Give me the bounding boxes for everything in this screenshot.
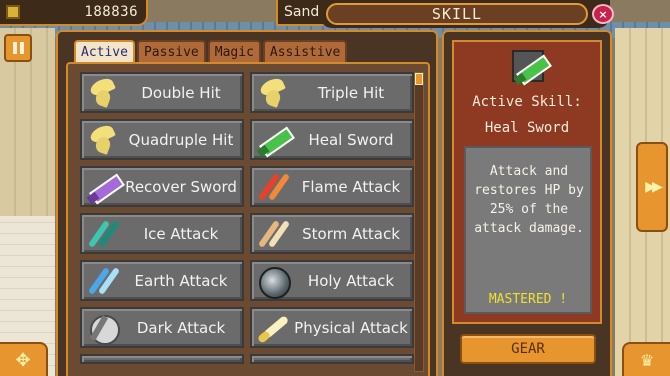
next-page-button[interactable]: ▶▶ (636, 142, 668, 232)
scrollbar-thumb[interactable] (415, 73, 423, 85)
skill-label: Earth Attack (134, 271, 228, 290)
skill-label: Storm Attack (302, 224, 400, 243)
tab-magic[interactable]: Magic (207, 40, 261, 62)
skill-list[interactable]: Double Hit Triple Hit Quadruple Hit Heal… (66, 62, 430, 376)
top-bar: 188836 Sanda SKILL × (0, 0, 670, 28)
skill-list-panel: Active Passive Magic Assistive Double Hi… (56, 30, 438, 376)
double-arrow-right-icon: ▶▶ (645, 179, 662, 195)
close-button[interactable]: × (592, 4, 614, 24)
skill-label: Triple Hit (317, 83, 385, 102)
earth-slash-icon (86, 264, 120, 298)
skill-double-hit[interactable]: Double Hit (80, 72, 244, 113)
skill-label: Double Hit (141, 83, 221, 102)
skill-label: Dark Attack (136, 318, 226, 337)
tab-passive[interactable]: Passive (136, 40, 206, 62)
claw-icon (256, 76, 290, 110)
green-sword-icon (512, 50, 544, 82)
crown-icon: ♛ (639, 350, 655, 370)
pause-icon (19, 42, 24, 54)
crown-button[interactable]: ♛ (622, 342, 670, 376)
pause-button[interactable] (4, 34, 32, 62)
purple-sword-icon (86, 170, 120, 204)
green-sword-icon (513, 51, 543, 81)
skill-row-partial[interactable] (250, 354, 414, 364)
skill-label: Recover Sword (125, 177, 237, 196)
dpad-icon: ✥ (15, 349, 31, 371)
skill-ice-attack[interactable]: Ice Attack (80, 213, 244, 254)
scrollbar[interactable] (414, 72, 424, 372)
gold-value: 188836 (84, 4, 138, 20)
gear-button[interactable]: GEAR (460, 334, 596, 364)
skill-detail-panel: Active Skill: Heal Sword Attack and rest… (442, 30, 612, 376)
skill-detail-card: Active Skill: Heal Sword Attack and rest… (452, 40, 602, 324)
tab-assistive[interactable]: Assistive (262, 40, 348, 62)
ice-slash-icon (86, 217, 120, 251)
skill-description: Attack and restores HP by 25% of the att… (474, 164, 584, 236)
dark-orb-icon (86, 311, 120, 345)
claw-icon (86, 76, 120, 110)
storm-slash-icon (256, 217, 290, 251)
screen-title: SKILL (326, 3, 588, 25)
green-sword-icon (256, 123, 290, 157)
holy-orb-icon (256, 264, 291, 299)
mastery-status: MASTERED ! (488, 292, 568, 307)
skill-recover-sword[interactable]: Recover Sword (80, 166, 244, 207)
skill-quadruple-hit[interactable]: Quadruple Hit (80, 119, 244, 160)
skill-heal-sword[interactable]: Heal Sword (250, 119, 414, 160)
skill-label: Ice Attack (143, 224, 219, 243)
skill-holy-attack[interactable]: Holy Attack (250, 260, 414, 301)
skill-label: Heal Sword (308, 130, 394, 149)
pause-icon (12, 42, 17, 54)
skill-label: Physical Attack (294, 318, 408, 337)
physical-slash-icon (256, 311, 290, 345)
claw-icon (86, 123, 120, 157)
skill-tabs: Active Passive Magic Assistive (74, 40, 348, 62)
skill-type-heading: Active Skill: (472, 94, 582, 110)
skill-label: Quadruple Hit (128, 130, 234, 149)
skill-earth-attack[interactable]: Earth Attack (80, 260, 244, 301)
skill-row-partial[interactable] (80, 354, 244, 364)
skill-physical-attack[interactable]: Physical Attack (250, 307, 414, 348)
flame-slash-icon (256, 170, 290, 204)
skill-description-box: Attack and restores HP by 25% of the att… (464, 146, 592, 314)
tab-active[interactable]: Active (74, 40, 135, 62)
skill-label: Flame Attack (301, 177, 401, 196)
gold-counter: 188836 (0, 0, 148, 26)
skill-grid: Double Hit Triple Hit Quadruple Hit Heal… (80, 72, 416, 364)
skill-triple-hit[interactable]: Triple Hit (250, 72, 414, 113)
skill-name-heading: Heal Sword (484, 120, 570, 136)
skill-storm-attack[interactable]: Storm Attack (250, 213, 414, 254)
skill-flame-attack[interactable]: Flame Attack (250, 166, 414, 207)
skill-label: Holy Attack (307, 271, 395, 290)
coin-icon (6, 5, 20, 19)
skill-dark-attack[interactable]: Dark Attack (80, 307, 244, 348)
dpad-button[interactable]: ✥ (0, 342, 48, 376)
